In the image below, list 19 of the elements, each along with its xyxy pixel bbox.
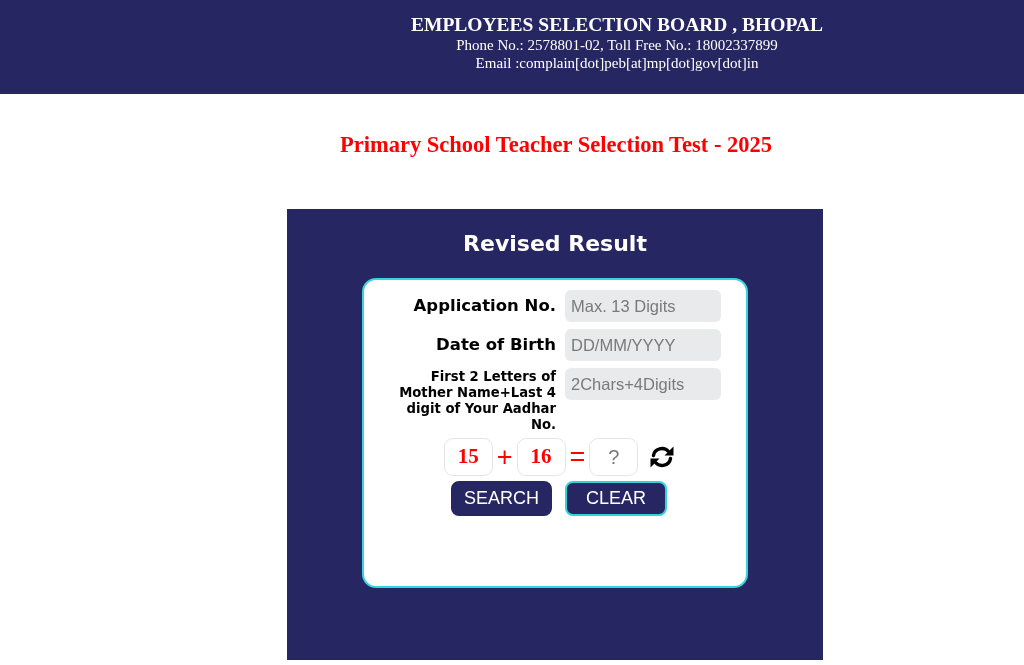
field-label: Date of Birth <box>436 334 556 356</box>
search-button[interactable]: SEARCH <box>450 481 552 516</box>
refresh-icon[interactable] <box>650 446 675 468</box>
clear-button[interactable]: CLEAR <box>565 481 667 516</box>
phone-text: Phone No.: 2578801-02, Toll Free No.: 18002337899 <box>455 36 779 54</box>
email-text: Email :complain[dot]peb[at]mp[dot]gov[dot]in <box>474 54 760 72</box>
field-label: First 2 Letters of Mother Name+Last 4 digit of Your Aadhar No. <box>398 369 556 433</box>
captcha-answer-field[interactable]: ? <box>589 438 639 476</box>
page-title: Primary School Teacher Selection Test - 2025 <box>339 132 773 158</box>
equals-sign: = <box>569 442 586 472</box>
plus-sign: + <box>496 442 513 472</box>
input-field[interactable]: DD/MM/YYYY <box>565 329 721 361</box>
captcha-number: 15 <box>443 438 493 476</box>
organization-title: EMPLOYEES SELECTION BOARD , BHOPAL <box>411 14 823 36</box>
panel-heading: Revised Result <box>463 230 647 258</box>
input-field[interactable]: Max. 13 Digits <box>565 290 721 322</box>
input-field[interactable]: 2Chars+4Digits <box>565 368 721 400</box>
captcha-number: 16 <box>516 438 566 476</box>
field-label: Application No. <box>413 295 556 317</box>
